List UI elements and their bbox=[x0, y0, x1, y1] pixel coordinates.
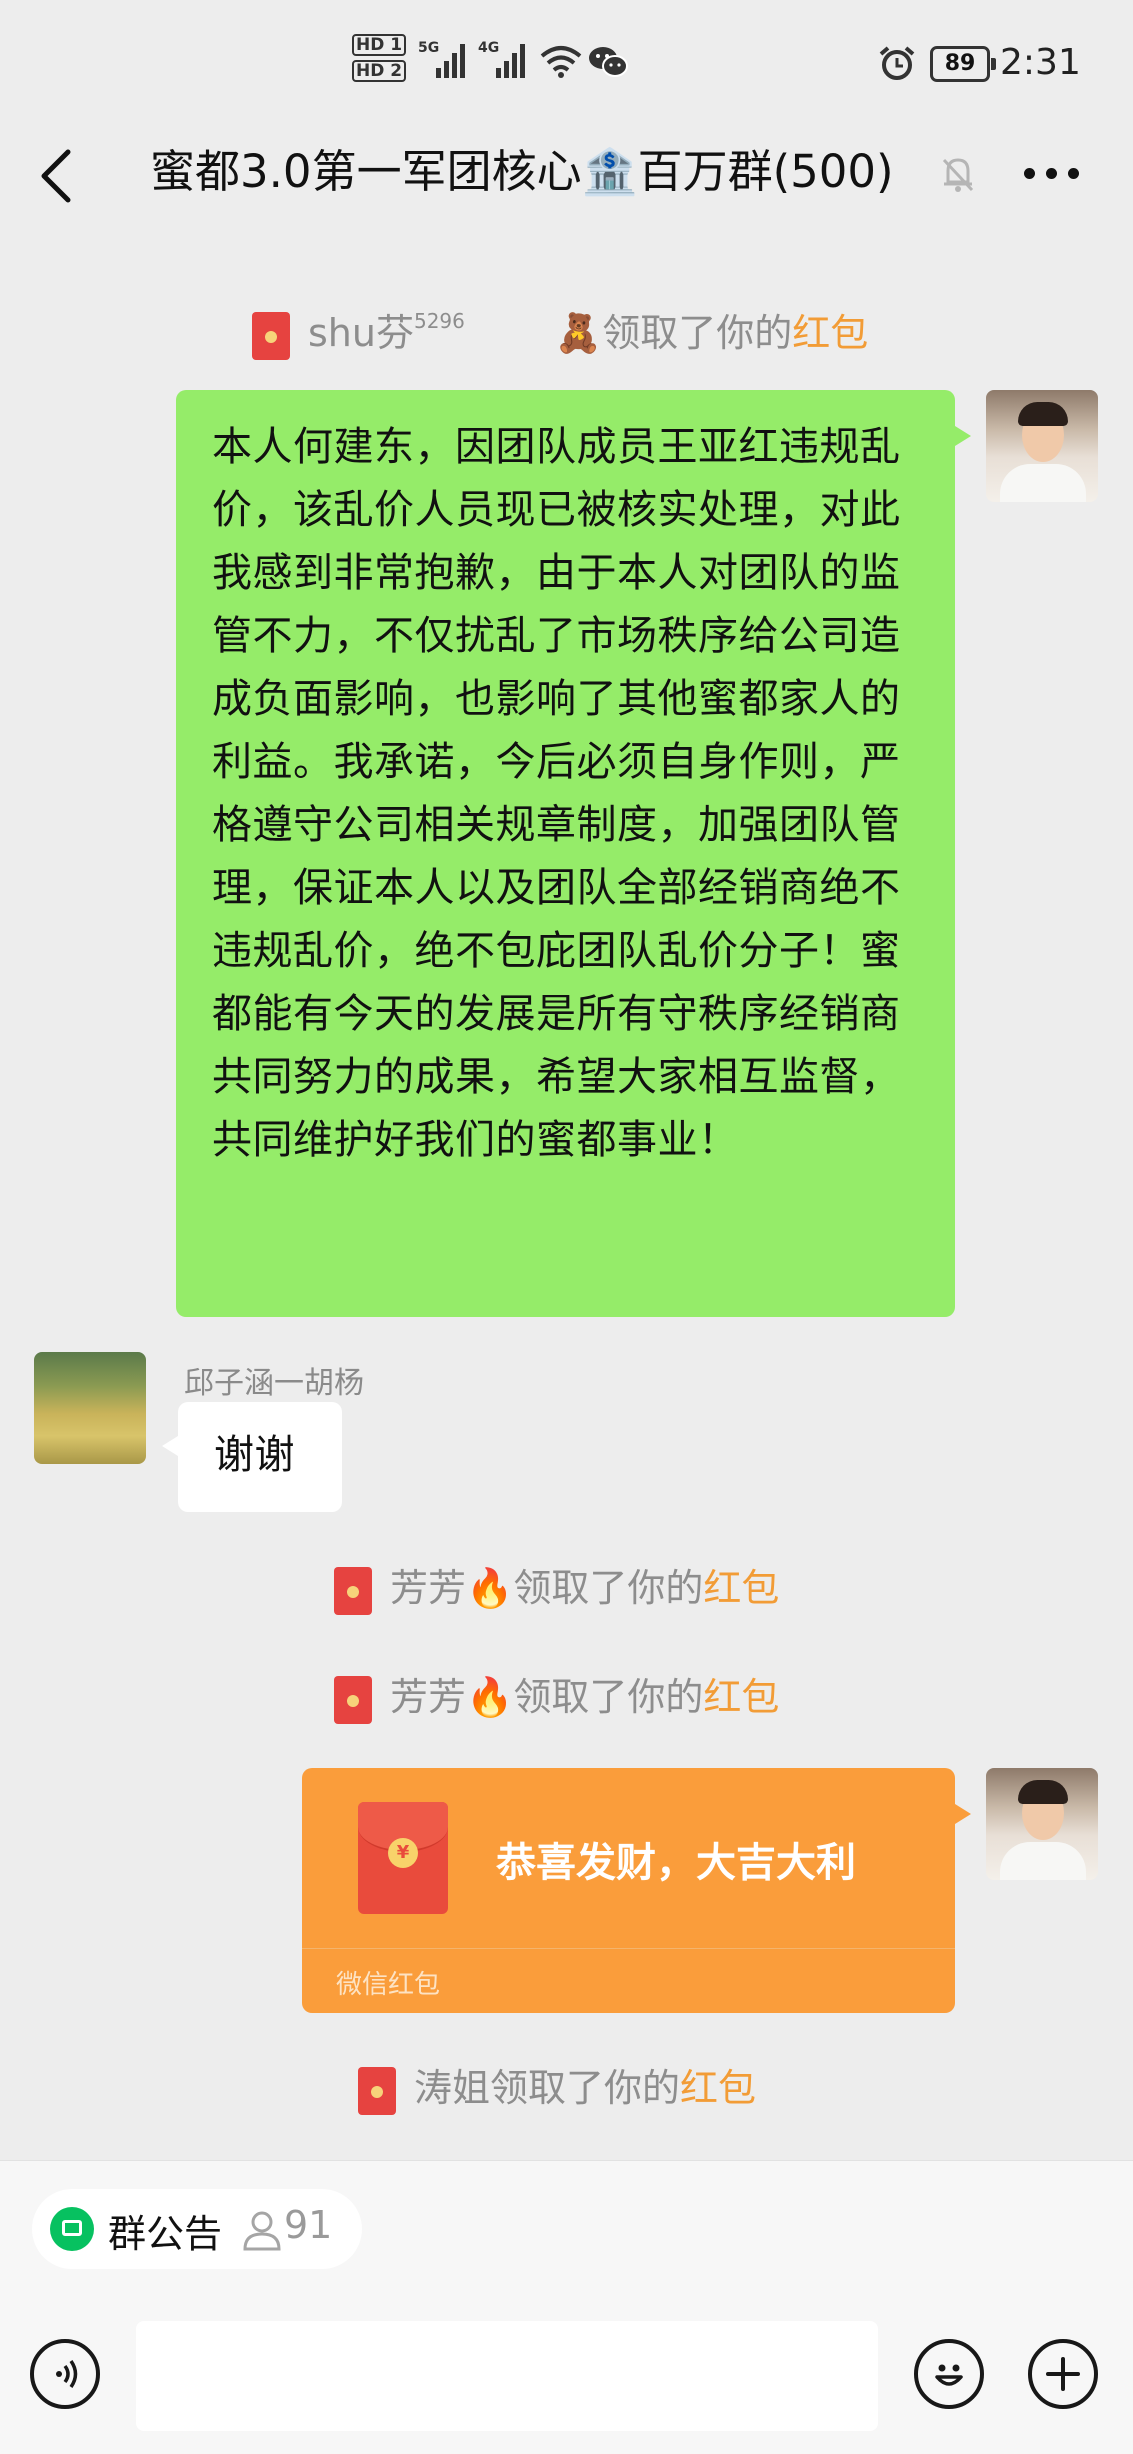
sim2-label: HD 2 bbox=[352, 60, 407, 82]
system-message-action: 领取了你的 bbox=[513, 1566, 704, 1610]
fire-emoji: 🔥 bbox=[466, 1675, 514, 1719]
system-message-name: shu芬 bbox=[308, 311, 414, 355]
red-packet-wish: 恭喜发财，大吉大利 bbox=[496, 1840, 856, 1886]
group-notice-label: 群公告 bbox=[108, 2212, 223, 2256]
bottom-panel: 群公告 91 bbox=[0, 2160, 1133, 2454]
contact-message-text: 谢谢 bbox=[214, 1432, 295, 1478]
person-icon bbox=[243, 2211, 281, 2251]
sender-name: 邱子涵一胡杨 bbox=[184, 1366, 364, 1401]
my-message-bubble[interactable]: 本人何建东，因团队成员王亚红违规乱价，该乱价人员现已被核实处理，对此我感到非常抱… bbox=[176, 390, 971, 1317]
red-packet-envelope-icon: ¥ bbox=[358, 1802, 448, 1914]
smiley-icon bbox=[935, 2364, 963, 2386]
wechat-icon bbox=[589, 47, 628, 77]
system-message-name-sup: 5296 bbox=[413, 309, 465, 333]
wifi-icon bbox=[540, 46, 582, 78]
emoji-button[interactable] bbox=[914, 2339, 984, 2409]
system-message-name: 芳芳 bbox=[390, 1566, 467, 1610]
group-notice-chip[interactable]: 群公告 91 bbox=[32, 2189, 362, 2269]
red-packet-link[interactable]: 红包 bbox=[680, 2066, 756, 2110]
my-message-text: 本人何建东，因团队成员王亚红违规乱价，该乱价人员现已被核实处理，对此我感到非常抱… bbox=[212, 424, 901, 1163]
teddy-bear-emoji: 🧸 bbox=[554, 311, 603, 355]
member-count: 91 bbox=[284, 2203, 333, 2247]
sim1-label: HD 1 bbox=[352, 34, 407, 56]
red-packet-divider bbox=[302, 1948, 955, 1949]
system-message-action: 领取了你的 bbox=[490, 2066, 681, 2110]
clock: 2:31 bbox=[1000, 42, 1081, 83]
system-message-name: 芳芳 bbox=[390, 1675, 467, 1719]
system-message-red-packet: 芳芳🔥领取了你的红包 bbox=[334, 1672, 779, 1724]
red-packet-link[interactable]: 红包 bbox=[792, 311, 868, 355]
contact-message-bubble[interactable]: 谢谢 bbox=[162, 1402, 342, 1512]
plus-icon bbox=[1046, 2357, 1080, 2391]
red-packet-icon bbox=[334, 1566, 372, 1615]
system-message-red-packet: 涛姐领取了你的红包 bbox=[358, 2063, 756, 2115]
system-message-action: 领取了你的 bbox=[513, 1675, 704, 1719]
system-message-name: 涛姐 bbox=[414, 2066, 491, 2110]
red-packet-footer: 微信红包 bbox=[336, 1970, 441, 2000]
red-packet-card[interactable]: ¥ 恭喜发财，大吉大利 微信红包 bbox=[302, 1768, 971, 2013]
back-icon[interactable] bbox=[36, 148, 76, 204]
chat-title: 蜜都3.0第一军团核心🏦百万群(500) bbox=[150, 145, 894, 198]
status-bar: HD 1 HD 2 5G 4G 89 2:31 bbox=[0, 0, 1133, 125]
notice-icon bbox=[50, 2207, 94, 2251]
red-packet-link[interactable]: 红包 bbox=[703, 1675, 779, 1719]
more-functions-button[interactable] bbox=[1028, 2339, 1098, 2409]
battery-indicator: 89 bbox=[930, 46, 996, 82]
my-avatar[interactable] bbox=[986, 1768, 1098, 1880]
red-packet-link[interactable]: 红包 bbox=[703, 1566, 779, 1610]
my-avatar[interactable] bbox=[986, 390, 1098, 502]
message-input[interactable] bbox=[136, 2321, 878, 2431]
contact-avatar[interactable] bbox=[34, 1352, 146, 1464]
red-packet-icon bbox=[358, 2066, 396, 2115]
red-packet-icon bbox=[334, 1675, 372, 1724]
sim-indicators: HD 1 HD 2 bbox=[352, 34, 407, 86]
system-message-action: 领取了你的 bbox=[602, 311, 793, 355]
system-message-red-packet: shu芬5296 🧸领取了你的红包 bbox=[252, 296, 868, 360]
system-message-red-packet: 芳芳🔥领取了你的红包 bbox=[334, 1563, 779, 1615]
fire-emoji: 🔥 bbox=[466, 1566, 514, 1610]
voice-icon bbox=[56, 2360, 78, 2388]
red-packet-icon bbox=[252, 311, 290, 360]
red-packet-seal: ¥ bbox=[388, 1838, 418, 1868]
mute-bell-icon bbox=[942, 158, 974, 192]
more-options-icon[interactable] bbox=[1024, 168, 1080, 180]
alarm-icon bbox=[879, 46, 915, 80]
voice-input-button[interactable] bbox=[30, 2339, 100, 2409]
